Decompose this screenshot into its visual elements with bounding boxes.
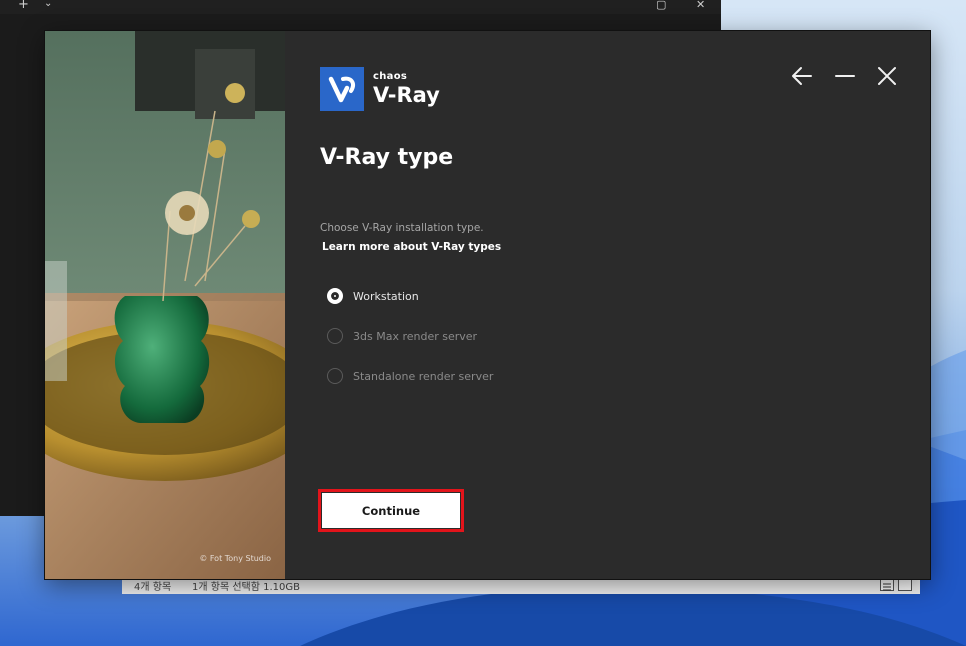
brand-company: chaos xyxy=(373,71,408,82)
radio-unchecked-icon[interactable] xyxy=(327,328,343,344)
vray-logo-mark-icon xyxy=(320,67,364,111)
chevron-down-icon[interactable]: ⌄ xyxy=(44,0,52,9)
hero-photo: © Fot Tony Studio xyxy=(45,31,285,579)
back-icon[interactable] xyxy=(789,63,815,89)
brand-product: V-Ray xyxy=(373,83,440,107)
close-icon[interactable]: ✕ xyxy=(696,0,705,11)
continue-button[interactable]: Continue xyxy=(322,493,460,528)
background-titlebar: + ⌄ ▢ ✕ xyxy=(0,0,721,14)
status-item-count: 4개 항목 xyxy=(134,582,172,593)
page-title: V-Ray type xyxy=(320,145,454,170)
option-label: Standalone render server xyxy=(353,369,494,383)
tiles-view-icon[interactable] xyxy=(898,577,912,591)
option-workstation[interactable]: Workstation xyxy=(327,286,419,306)
installer-content: chaos V-Ray V-Ray type Choose V-Ray inst… xyxy=(285,31,930,579)
close-icon[interactable] xyxy=(874,63,900,89)
radio-checked-icon[interactable] xyxy=(327,288,343,304)
option-standalone-render-server[interactable]: Standalone render server xyxy=(327,366,493,386)
option-3ds-max-render-server[interactable]: 3ds Max render server xyxy=(327,326,477,346)
page-description: Choose V-Ray installation type. xyxy=(320,222,484,234)
new-tab-icon[interactable]: + xyxy=(18,0,29,12)
vray-installer-dialog: © Fot Tony Studio chaos V-Ray V-Ray type… xyxy=(45,31,930,579)
learn-more-link[interactable]: Learn more about V-Ray types xyxy=(322,241,501,253)
photo-credit: © Fot Tony Studio xyxy=(199,554,271,563)
option-label: Workstation xyxy=(353,289,419,303)
maximize-icon[interactable]: ▢ xyxy=(656,0,666,11)
minimize-icon[interactable] xyxy=(832,63,858,89)
details-view-icon[interactable] xyxy=(880,577,894,591)
option-label: 3ds Max render server xyxy=(353,329,478,343)
radio-unchecked-icon[interactable] xyxy=(327,368,343,384)
status-selection: 1개 항목 선택함 1.10GB xyxy=(192,582,300,593)
